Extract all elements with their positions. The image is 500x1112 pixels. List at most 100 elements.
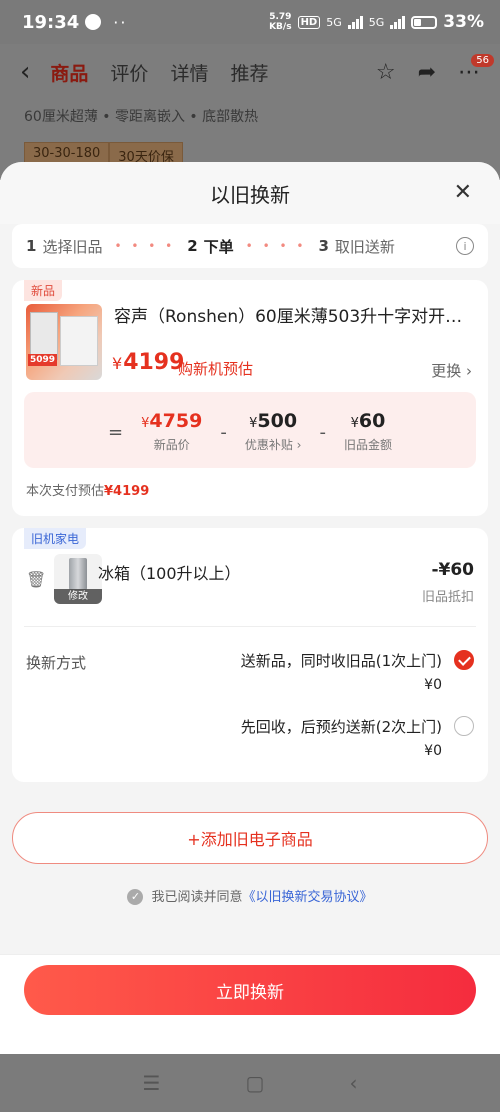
replace-button[interactable]: 更换 › xyxy=(431,360,472,381)
net-speed-unit: KB/s xyxy=(269,22,292,32)
subsidy-label: 优惠补贴 › xyxy=(244,438,302,452)
step-3-num: 3 xyxy=(318,237,329,255)
submit-trade-in-button[interactable]: 立即换新 xyxy=(24,965,476,1015)
step-1-label: 选择旧品 xyxy=(42,237,103,256)
old-value-currency: ¥ xyxy=(350,416,359,431)
old-value-label: 旧品金额 xyxy=(343,438,392,452)
price-breakdown: = ¥4759 新品价 - ¥500 优惠补贴 › - ¥60 旧品金额 xyxy=(24,392,476,468)
agreement-link[interactable]: 《以旧换新交易协议》 xyxy=(243,890,373,905)
pay-value: ¥4199 xyxy=(104,484,150,499)
new-price-label: 新品价 xyxy=(153,438,190,452)
sig2-label: 5G xyxy=(368,15,385,29)
edit-button[interactable]: 修改 xyxy=(54,589,102,604)
status-time: 19:34 xyxy=(22,11,80,33)
old-item-row: 🗑 修改 冰箱（100升以上） -¥60 旧品抵扣 xyxy=(12,554,488,608)
old-item-card: 旧机家电 🗑 修改 冰箱（100升以上） -¥60 旧品抵扣 换新方式 送新品，… xyxy=(12,528,488,782)
home-icon[interactable]: ▢ xyxy=(246,1071,265,1095)
old-item-thumbnail[interactable]: 修改 xyxy=(54,554,102,604)
trash-icon[interactable]: 🗑 xyxy=(26,570,46,589)
tab-reviews[interactable]: 评价 xyxy=(110,59,148,86)
option-1-price: ¥0 xyxy=(424,677,442,693)
option-1-title: 送新品，同时收旧品(1次上门) xyxy=(240,652,442,670)
subsidy-value: ¥500 xyxy=(249,410,297,432)
net-speed: 5.79 KB/s xyxy=(269,12,291,32)
old-item-name: 冰箱（100升以上） xyxy=(98,564,241,583)
add-old-electronics-button[interactable]: +添加旧电子商品 xyxy=(12,812,488,864)
tab-details[interactable]: 详情 xyxy=(170,59,208,86)
clock-icon xyxy=(85,14,102,30)
agree-check-icon[interactable]: ✓ xyxy=(127,888,144,905)
equals-sign: = xyxy=(108,422,124,443)
message-badge: 56 xyxy=(471,54,494,67)
new-price-col: ¥4759 新品价 xyxy=(141,410,202,453)
signal-icon xyxy=(347,15,363,29)
option-2-radio[interactable] xyxy=(454,716,474,736)
star-icon[interactable]: ☆ xyxy=(376,60,396,85)
new-price-value: ¥4759 xyxy=(141,410,202,432)
old-value-number: 60 xyxy=(358,410,386,432)
info-icon[interactable]: i xyxy=(456,237,474,255)
option-2-price: ¥0 xyxy=(424,743,442,759)
currency-symbol: ¥ xyxy=(112,354,123,373)
option-deliver-and-collect[interactable]: 送新品，同时收旧品(1次上门) ¥0 xyxy=(241,650,474,693)
pay-label: 本次支付预估 xyxy=(26,484,105,499)
share-icon[interactable]: ➦ xyxy=(418,60,436,85)
price-value: 4199 xyxy=(123,350,185,375)
nav-icons: ☆ ➦ ⋯ xyxy=(376,60,480,85)
status-bar: 19:34 ·· 5.79 KB/s HD 5G 5G 33% xyxy=(0,0,500,44)
old-value: ¥60 xyxy=(351,410,386,432)
payment-estimate: 本次支付预估¥4199 xyxy=(26,480,149,499)
signal-icon-2 xyxy=(390,15,406,29)
method-label: 换新方式 xyxy=(26,654,87,672)
feature-text: 60厘米超薄 • 零距离嵌入 • 底部散热 xyxy=(24,109,259,125)
battery-percent: 33% xyxy=(443,12,484,32)
hd-icon: HD xyxy=(297,15,321,29)
status-dots: ·· xyxy=(113,12,128,32)
option-collect-then-deliver[interactable]: 先回收，后预约送新(2次上门) ¥0 xyxy=(241,716,474,759)
menu-icon[interactable]: ☰ xyxy=(143,1071,161,1095)
bottom-bar: 立即换新 xyxy=(0,954,500,1054)
sheet-header: 以旧换新 ✕ xyxy=(0,162,500,224)
minus-sign-1: - xyxy=(220,422,227,443)
back-nav-icon[interactable]: ‹ xyxy=(349,1071,357,1095)
tab-goods[interactable]: 商品 xyxy=(50,59,88,86)
subsidy-col[interactable]: ¥500 优惠补贴 › xyxy=(245,410,302,453)
battery-icon xyxy=(411,15,438,29)
price-label: 购新机预估 xyxy=(178,360,254,378)
option-2-title: 先回收，后预约送新(2次上门) xyxy=(240,718,442,736)
new-product-tag: 新品 xyxy=(24,280,63,301)
close-icon[interactable]: ✕ xyxy=(454,180,472,205)
step-2-num: 2 xyxy=(187,237,198,255)
system-nav-bar: ☰ ▢ ‹ xyxy=(0,1054,500,1112)
status-right: 5.79 KB/s HD 5G 5G 33% xyxy=(269,12,484,32)
new-product-card: 新品 5099 容声（Ronshen）60厘米薄503升十字对开门... ¥41… xyxy=(12,280,488,516)
thumb-price: 5099 xyxy=(28,354,58,366)
tab-recommend[interactable]: 推荐 xyxy=(230,59,268,86)
product-name: 容声（Ronshen）60厘米薄503升十字对开门... xyxy=(114,307,464,327)
product-nav: ‹ 商品 评价 详情 推荐 ☆ ➦ ⋯ 56 xyxy=(0,44,500,100)
thumb-fridge-2 xyxy=(60,316,98,366)
product-price: ¥4199 xyxy=(112,350,184,375)
fridge-image xyxy=(69,558,87,590)
option-1-radio[interactable] xyxy=(454,650,474,670)
old-value-col: ¥60 旧品金额 xyxy=(344,410,392,453)
old-item-price-label: 旧品抵扣 xyxy=(421,590,474,605)
old-item-tag: 旧机家电 xyxy=(24,528,87,549)
step-dots-2: • • • • xyxy=(245,239,307,253)
subsidy-number: 500 xyxy=(257,410,298,432)
sheet-title: 以旧换新 xyxy=(210,182,290,207)
net-speed-value: 5.79 xyxy=(269,12,292,22)
minus-sign-2: - xyxy=(319,422,326,443)
progress-steps: 1 选择旧品 • • • • 2 下单 • • • • 3 取旧送新 i xyxy=(12,224,488,268)
sig1-label: 5G xyxy=(326,15,342,29)
step-2-label: 下单 xyxy=(203,237,234,256)
old-item-price: -¥60 xyxy=(431,560,474,580)
back-icon[interactable]: ‹ xyxy=(20,57,30,87)
product-thumbnail[interactable]: 5099 xyxy=(26,304,102,380)
step-3-label: 取旧送新 xyxy=(334,237,395,256)
agreement-row: ✓ 我已阅读并同意《以旧换新交易协议》 xyxy=(0,886,500,906)
step-dots-1: • • • • xyxy=(114,239,176,253)
new-price-number: 4759 xyxy=(149,410,203,432)
thumb-fridge-1 xyxy=(30,312,58,360)
step-1-num: 1 xyxy=(26,237,37,255)
